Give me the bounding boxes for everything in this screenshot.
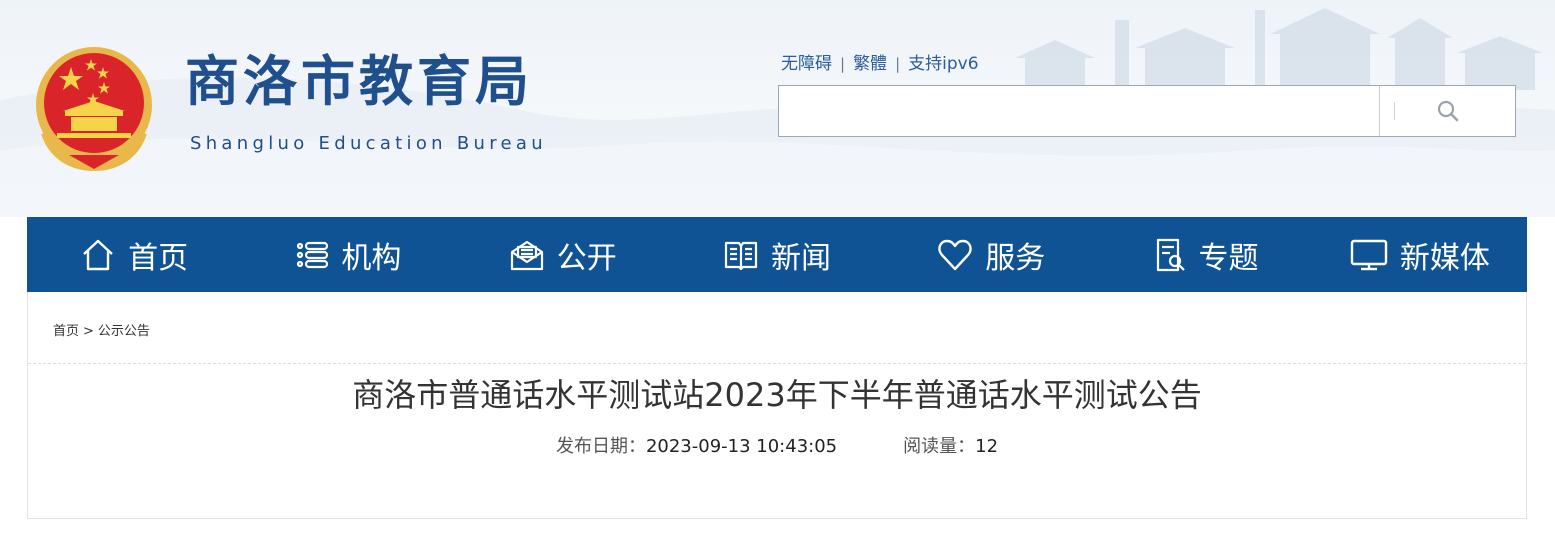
breadcrumb-current-link[interactable]: 公示公告 — [98, 324, 150, 339]
nav-item-public[interactable]: 公开 — [456, 217, 670, 292]
document-icon — [1156, 238, 1185, 271]
nav-label: 机构 — [341, 240, 402, 276]
book-icon — [724, 241, 758, 270]
nav-item-services[interactable]: 服务 — [884, 217, 1098, 292]
view-count-value: 12 — [975, 436, 999, 457]
site-subtitle: Shangluo Education Bureau — [190, 133, 547, 154]
breadcrumb: 首页 > 公示公告 — [53, 320, 150, 339]
nav-label: 新媒体 — [1399, 240, 1490, 276]
search-box — [778, 85, 1516, 137]
publish-date-value: 2023-09-13 10:43:05 — [645, 436, 838, 457]
nav-label: 公开 — [556, 240, 617, 276]
publish-date-label: 发布日期： — [555, 436, 646, 457]
nav-item-news[interactable]: 新闻 — [670, 217, 884, 292]
nav-label: 专题 — [1198, 240, 1259, 276]
site-header: 商洛市教育局 Shangluo Education Bureau 无障碍 | 繁體 |… — [0, 0, 1555, 217]
breadcrumb-separator: > — [83, 324, 94, 339]
article-title: 商洛市普通话水平测试站2023年下半年普通话水平测试公告 — [352, 376, 1202, 414]
dashed-divider — [28, 363, 1526, 364]
national-emblem-icon — [36, 47, 152, 172]
nav-label: 服务 — [985, 240, 1046, 276]
nav-item-new-media[interactable]: 新媒体 — [1313, 217, 1527, 292]
article-panel: 首页 > 公示公告 商洛市普通话水平测试站2023年下半年普通话水平测试公告 发布日… — [27, 292, 1527, 519]
search-icon — [1437, 100, 1458, 122]
ipv6-link[interactable]: 支持ipv6 — [908, 54, 978, 74]
list-icon — [297, 241, 329, 268]
nav-label: 首页 — [128, 240, 189, 276]
nav-item-topics[interactable]: 专题 — [1098, 217, 1312, 292]
search-button[interactable] — [1379, 86, 1515, 136]
main-nav: 首页 机构 公开 新闻 服务 专题 新媒体 — [27, 217, 1527, 292]
article-meta: 发布日期：2023-09-13 10:43:05 阅读量：12 — [28, 432, 1526, 458]
top-links: 无障碍 | 繁體 | 支持ipv6 — [781, 49, 979, 74]
breadcrumb-home-link[interactable]: 首页 — [53, 324, 79, 339]
home-icon — [83, 239, 113, 270]
search-divider — [1394, 102, 1395, 120]
view-count-label: 阅读量： — [903, 436, 976, 457]
site-title: 商洛市教育局 — [185, 50, 533, 113]
nav-item-organization[interactable]: 机构 — [241, 217, 455, 292]
search-input[interactable] — [779, 86, 1379, 136]
mail-open-icon — [510, 240, 543, 270]
link-separator: | — [895, 55, 901, 73]
nav-label: 新闻 — [770, 240, 831, 276]
nav-item-home[interactable]: 首页 — [27, 217, 241, 292]
link-separator: | — [840, 55, 846, 73]
heart-icon — [938, 239, 972, 270]
monitor-icon — [1350, 239, 1388, 270]
traditional-chinese-link[interactable]: 繁體 — [853, 54, 887, 74]
accessibility-link[interactable]: 无障碍 — [781, 54, 832, 74]
